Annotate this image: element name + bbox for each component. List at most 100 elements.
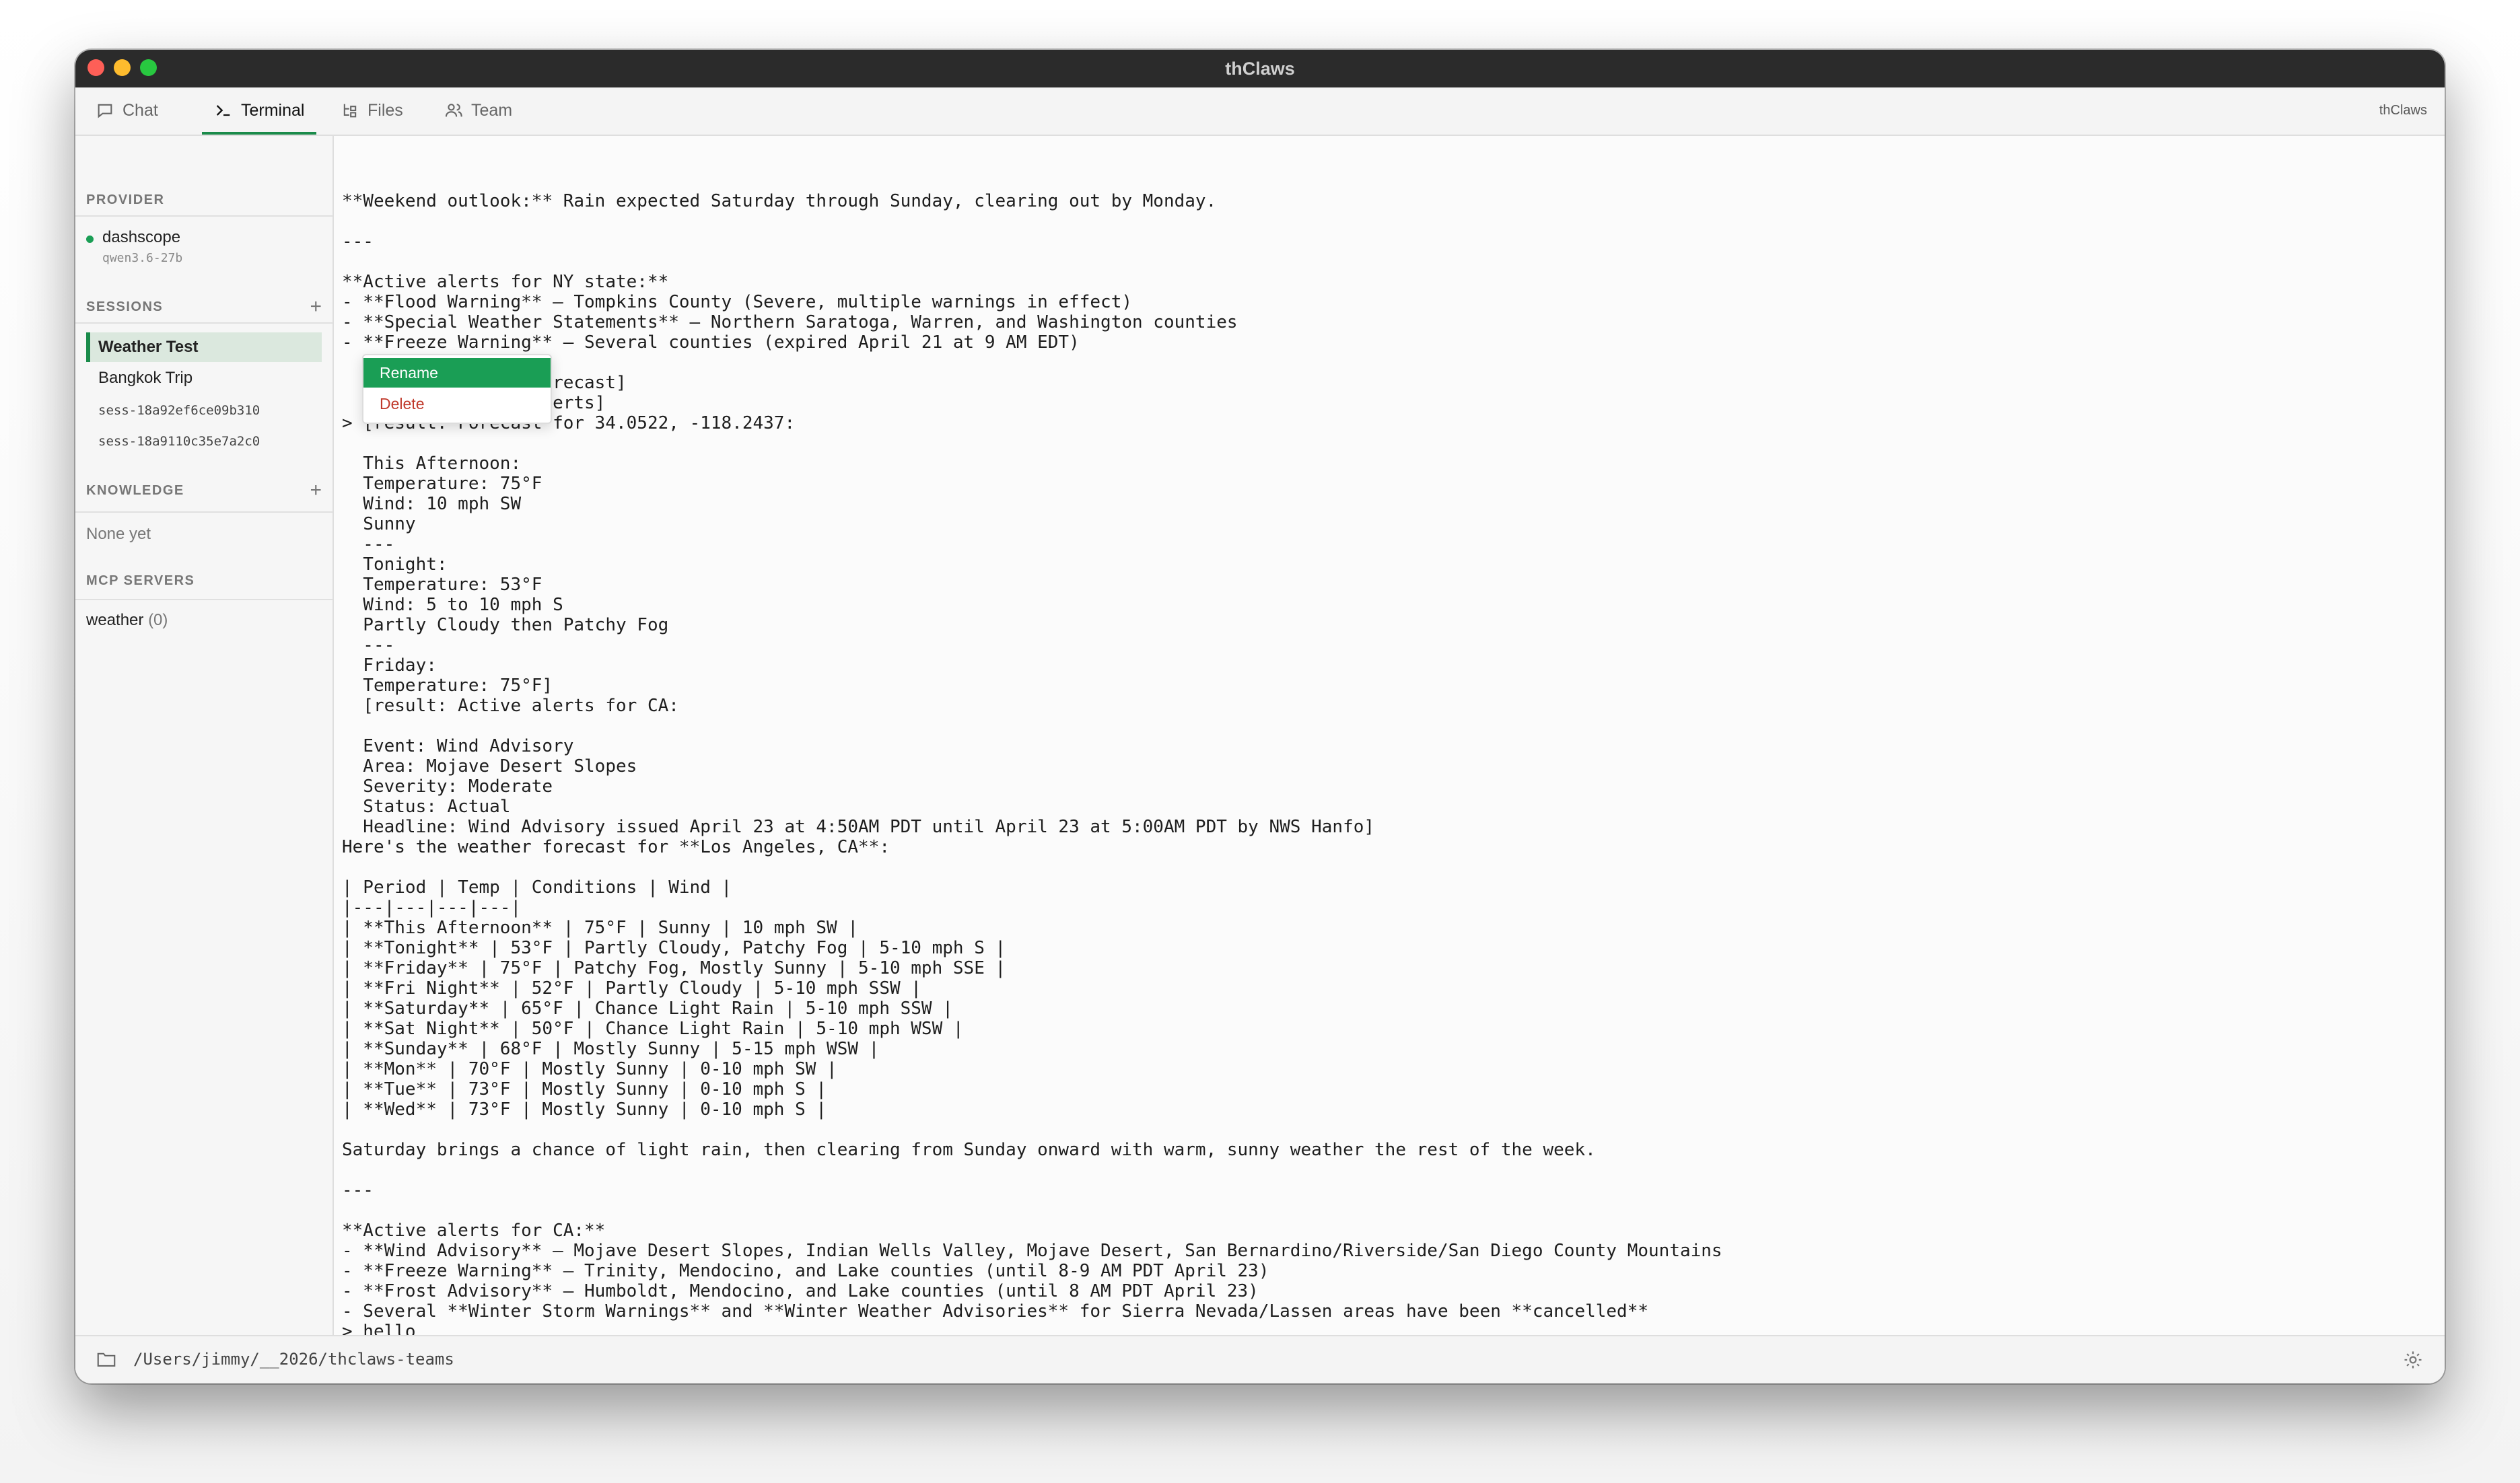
file-tree-icon [343, 104, 357, 118]
terminal-line: Status: Actual [342, 797, 511, 817]
close-window-button[interactable] [88, 59, 104, 76]
tab-terminal-label: Terminal [241, 100, 305, 120]
terminal-line: This Afternoon: [342, 454, 522, 474]
terminal-line: Tonight: [342, 554, 448, 575]
tab-chat[interactable]: Chat [96, 87, 158, 133]
terminal-line: Wind: 10 mph SW [342, 494, 522, 514]
terminal-line: | Period | Temp | Conditions | Wind | [342, 877, 732, 898]
terminal-line: --- [342, 635, 395, 655]
session-item-weather-test[interactable]: Weather Test [86, 332, 322, 362]
chat-bubble-icon [98, 104, 112, 118]
terminal-line: | **Tonight** | 53°F | Partly Cloudy, Pa… [342, 938, 1006, 958]
terminal-line: [result: Active alerts for CA: [342, 696, 679, 716]
terminal-line: --- [342, 534, 395, 554]
divider [75, 599, 332, 600]
tab-bar: Chat Terminal Files Team thClaws [75, 87, 2445, 136]
knowledge-header-label: KNOWLEDGE [86, 482, 184, 498]
terminal-prompt-icon [216, 105, 230, 116]
session-item[interactable]: sess-18a9110c35e7a2c0 [86, 427, 322, 456]
session-label: sess-18a9110c35e7a2c0 [98, 434, 260, 449]
brand-label: thClaws [2379, 102, 2427, 118]
provider-header-label: PROVIDER [86, 192, 165, 207]
terminal-line: - **Frost Advisory** — Humboldt, Mendoci… [342, 1281, 1259, 1301]
terminal-line: Headline: Wind Advisory issued April 23 … [342, 817, 1375, 837]
terminal-line: - **Freeze Warning** — Trinity, Mendocin… [342, 1261, 1269, 1281]
tab-team[interactable]: Team [444, 87, 512, 133]
terminal-line: | **This Afternoon** | 75°F | Sunny | 10… [342, 918, 859, 938]
knowledge-empty-text: None yet [86, 525, 151, 543]
mcp-section-header: MCP SERVERS [86, 571, 322, 591]
terminal-line: - Several **Winter Storm Warnings** and … [342, 1301, 1649, 1322]
maximize-window-button[interactable] [140, 59, 157, 76]
terminal-line: Friday: [342, 655, 437, 676]
provider-status-dot [86, 236, 94, 243]
terminal-line: Temperature: 53°F [342, 575, 542, 595]
minimize-window-button[interactable] [114, 59, 131, 76]
terminal-line: |---|---|---|---| [342, 898, 522, 918]
terminal-line: --- [342, 231, 374, 252]
sessions-header-label: SESSIONS [86, 299, 164, 314]
knowledge-section-header: KNOWLEDGE + [86, 479, 322, 502]
terminal-line: - **Flood Warning** — Tompkins County (S… [342, 292, 1132, 312]
terminal-pane[interactable]: **Weekend outlook:** Rain expected Satur… [334, 136, 2445, 1383]
app-window: thClaws Chat Terminal Files Team thClaws… [75, 50, 2445, 1383]
terminal-line: Saturday brings a chance of light rain, … [342, 1140, 1596, 1160]
mcp-header-label: MCP SERVERS [86, 573, 195, 588]
status-bar: /Users/jimmy/__2026/thclaws-teams [75, 1335, 2445, 1383]
terminal-line: - **Special Weather Statements** — North… [342, 312, 1238, 332]
terminal-line: **Weekend outlook:** Rain expected Satur… [342, 191, 1217, 211]
terminal-line: | **Tue** | 73°F | Mostly Sunny | 0-10 m… [342, 1079, 827, 1099]
tab-files[interactable]: Files [341, 87, 403, 133]
terminal-line: Sunny [342, 514, 416, 534]
sessions-section-header: SESSIONS + [86, 295, 322, 318]
terminal-line: Partly Cloudy then Patchy Fog [342, 615, 669, 635]
add-knowledge-button[interactable]: + [310, 479, 322, 502]
window-controls [88, 59, 157, 76]
tab-terminal[interactable]: Terminal [202, 87, 317, 135]
window-title: thClaws [1225, 58, 1295, 79]
terminal-line: Severity: Moderate [342, 776, 553, 797]
mcp-server-weather[interactable]: weather (0) [86, 611, 168, 630]
divider [75, 322, 332, 324]
gear-icon[interactable] [2403, 1350, 2423, 1370]
add-session-button[interactable]: + [310, 295, 322, 318]
tab-files-label: Files [368, 100, 403, 120]
provider-name[interactable]: dashscope [102, 228, 180, 247]
provider-model: qwen3.6-27b [102, 251, 183, 265]
terminal-line: **Active alerts for CA:** [342, 1221, 606, 1241]
terminal-line: Area: Mojave Desert Slopes [342, 756, 637, 776]
terminal-line: Here's the weather forecast for **Los An… [342, 837, 890, 857]
mcp-server-name: weather [86, 611, 144, 629]
terminal-line: | **Fri Night** | 52°F | Partly Cloudy |… [342, 978, 921, 999]
terminal-line: | **Sat Night** | 50°F | Chance Light Ra… [342, 1019, 964, 1039]
terminal-line: | **Sunday** | 68°F | Mostly Sunny | 5-1… [342, 1039, 880, 1059]
delete-menu-item[interactable]: Delete [363, 389, 551, 419]
divider [75, 511, 332, 513]
session-label: Bangkok Trip [98, 369, 193, 387]
session-item[interactable]: sess-18a92ef6ce09b310 [86, 396, 322, 425]
team-icon [445, 104, 462, 117]
divider [75, 215, 332, 217]
mcp-server-count: (0) [148, 611, 168, 629]
terminal-line: Event: Wind Advisory [342, 736, 574, 756]
terminal-line: - **Freeze Warning** — Several counties … [342, 332, 1080, 353]
sidebar: PROVIDER dashscope qwen3.6-27b SESSIONS … [75, 136, 334, 1383]
terminal-line: | **Saturday** | 65°F | Chance Light Rai… [342, 999, 953, 1019]
terminal-line: | **Mon** | 70°F | Mostly Sunny | 0-10 m… [342, 1059, 837, 1079]
session-label: Weather Test [98, 338, 199, 356]
tab-team-label: Team [471, 100, 513, 120]
provider-section-header: PROVIDER [86, 190, 322, 210]
terminal-line: --- [342, 1180, 374, 1200]
session-item-bangkok-trip[interactable]: Bangkok Trip [86, 363, 322, 393]
session-label: sess-18a92ef6ce09b310 [98, 403, 260, 418]
folder-icon [97, 1352, 116, 1367]
terminal-line: | **Friday** | 75°F | Patchy Fog, Mostly… [342, 958, 1006, 978]
rename-menu-item[interactable]: Rename [363, 358, 551, 388]
